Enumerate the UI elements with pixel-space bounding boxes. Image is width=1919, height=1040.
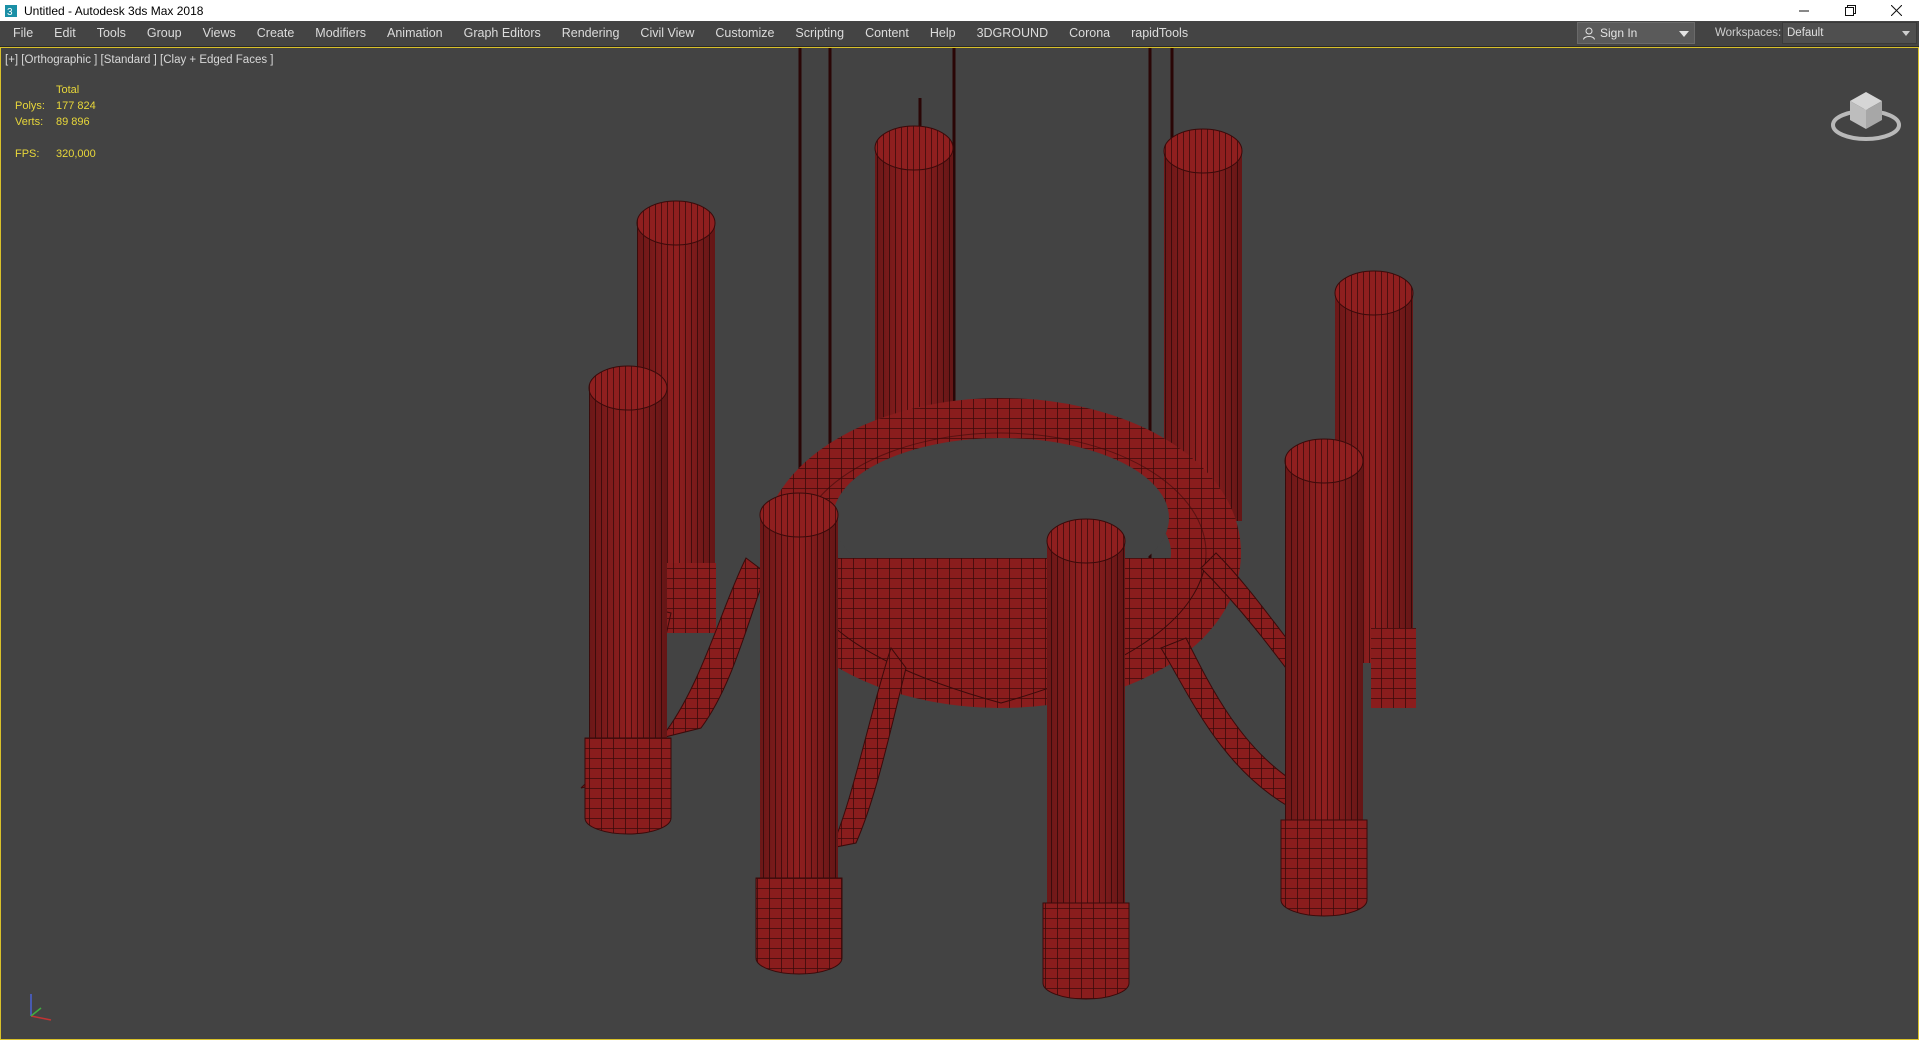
menu-content[interactable]: Content [854, 21, 919, 46]
menu-scripting[interactable]: Scripting [784, 21, 854, 46]
perspective-viewport[interactable]: [+] [Orthographic ] [Standard ] [Clay + … [0, 47, 1919, 1040]
menu-rapidtools[interactable]: rapidTools [1120, 21, 1198, 46]
menu-create[interactable]: Create [246, 21, 305, 46]
menu-civil-view[interactable]: Civil View [629, 21, 704, 46]
menu-help[interactable]: Help [919, 21, 966, 46]
menu-views[interactable]: Views [192, 21, 246, 46]
menu-corona[interactable]: Corona [1058, 21, 1120, 46]
axis-tripod-icon [21, 988, 57, 1029]
restore-icon[interactable] [1827, 0, 1873, 21]
workspaces-label: Workspaces: [1715, 27, 1782, 39]
candle-front-left [584, 365, 672, 835]
candle-front-left-center [755, 492, 843, 975]
close-icon[interactable] [1873, 0, 1919, 21]
chandelier-model[interactable] [1, 48, 1918, 1039]
svg-text:3: 3 [7, 7, 13, 18]
user-icon [1583, 27, 1595, 40]
workspaces-dropdown[interactable]: Default [1782, 22, 1917, 44]
workspaces-value: Default [1787, 27, 1824, 39]
menu-3dground[interactable]: 3DGROUND [966, 21, 1059, 46]
menu-tools[interactable]: Tools [86, 21, 136, 46]
menu-rendering[interactable]: Rendering [551, 21, 630, 46]
window-title: Untitled - Autodesk 3ds Max 2018 [24, 3, 204, 18]
menu-group[interactable]: Group [136, 21, 192, 46]
menu-list: File Edit Tools Group Views Create Modif… [2, 21, 1198, 46]
menu-graph-editors[interactable]: Graph Editors [453, 21, 551, 46]
chevron-down-icon[interactable] [1902, 31, 1910, 36]
menu-customize[interactable]: Customize [704, 21, 784, 46]
menu-edit[interactable]: Edit [43, 21, 86, 46]
sign-in-label: Sign In [1600, 26, 1638, 40]
menu-file[interactable]: File [2, 21, 43, 46]
menu-modifiers[interactable]: Modifiers [304, 21, 376, 46]
candle-front-right [1280, 438, 1368, 917]
3dsmax-app-icon: 3 [4, 4, 18, 18]
title-bar: 3 Untitled - Autodesk 3ds Max 2018 [0, 0, 1919, 21]
sign-in-button[interactable]: Sign In [1577, 22, 1695, 44]
viewcube-icon[interactable] [1828, 77, 1904, 152]
chevron-down-icon[interactable] [1679, 31, 1689, 37]
minimize-icon[interactable] [1781, 0, 1827, 21]
menu-animation[interactable]: Animation [376, 21, 453, 46]
central-ring [761, 398, 1241, 708]
candle-front-center [1042, 518, 1130, 1000]
app-window: 3 Untitled - Autodesk 3ds Max 2018 File … [0, 0, 1919, 1040]
